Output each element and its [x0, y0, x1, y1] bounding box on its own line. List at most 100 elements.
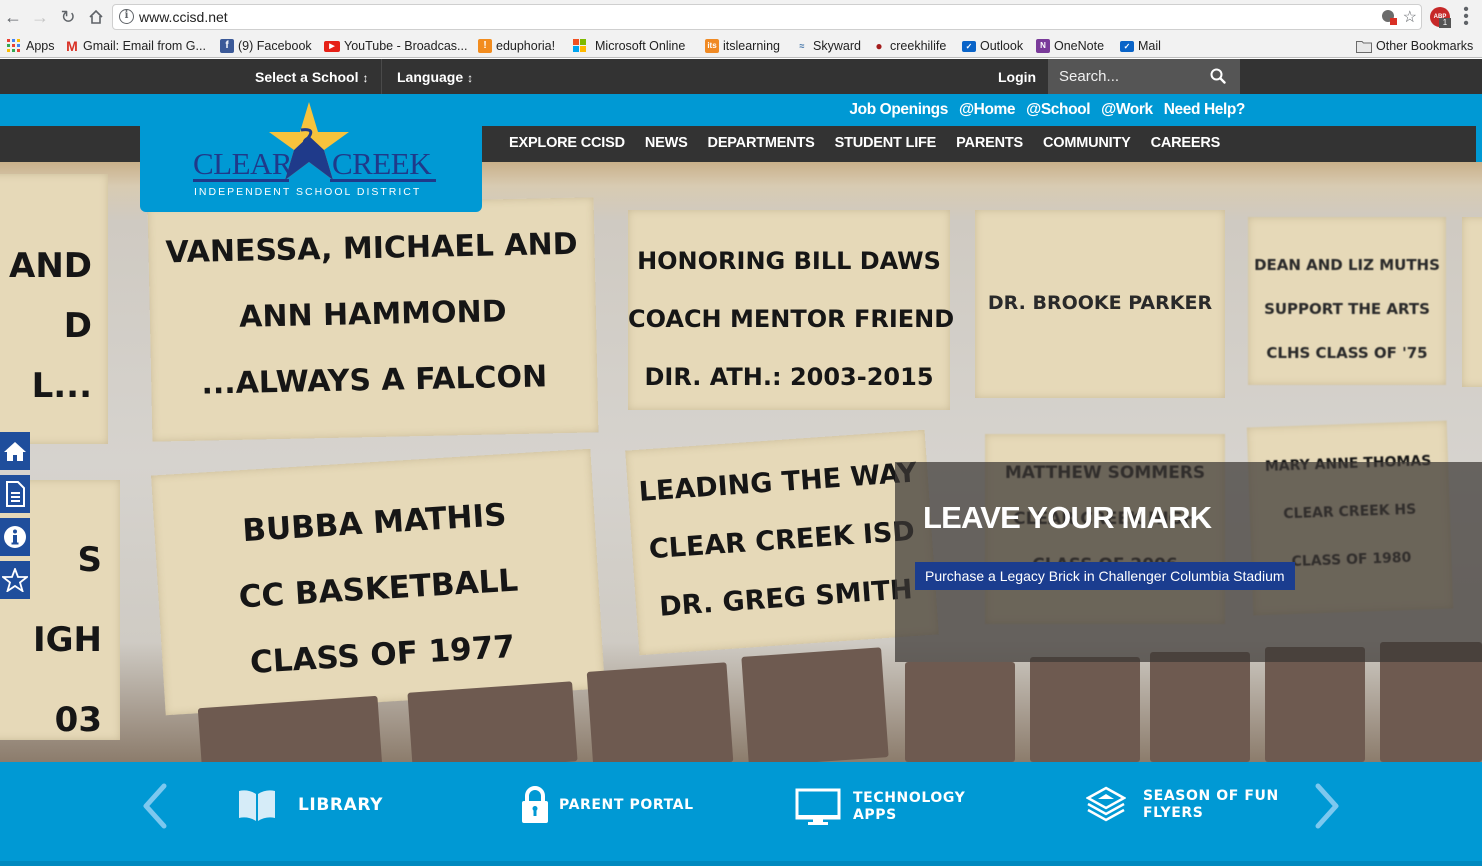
- strip-bottom-edge: [0, 861, 1482, 866]
- bookmark-skyward[interactable]: ≈ Skyward: [795, 38, 861, 54]
- layers-icon: [1086, 786, 1126, 822]
- bookmark-youtube[interactable]: ▶ YouTube - Broadcas...: [324, 38, 467, 54]
- legacy-brick: DEAN AND LIZ MUTHS SUPPORT THE ARTS CLHS…: [1248, 217, 1446, 385]
- brick-line: AND: [9, 246, 92, 286]
- legacy-brick: AND D L...: [0, 174, 108, 444]
- bookmark-facebook[interactable]: f (9) Facebook: [220, 38, 312, 54]
- district-logo[interactable]: CLEAR CREEK INDEPENDENT SCHOOL DISTRICT: [140, 102, 482, 212]
- paver: [741, 647, 889, 762]
- label-line: SEASON OF FUN: [1143, 788, 1279, 804]
- carousel-prev-arrow[interactable]: [140, 782, 170, 830]
- bookmark-label: Gmail: Email from G...: [83, 39, 206, 53]
- logo-word-clear: CLEAR: [193, 146, 293, 181]
- brick-line: SUPPORT THE ARTS: [1264, 300, 1430, 318]
- quicklink-label: LIBRARY: [298, 794, 384, 815]
- address-bar[interactable]: i www.ccisd.net ☆: [112, 4, 1422, 30]
- need-help-link[interactable]: Need Help?: [1164, 101, 1246, 119]
- lock-icon: [522, 786, 548, 823]
- bookmark-label: creekhilife: [890, 39, 947, 53]
- skyward-icon: ≈: [799, 41, 805, 51]
- paver: [407, 681, 578, 762]
- translate-blocked-icon[interactable]: [1381, 9, 1397, 25]
- bookmark-label: Microsoft Online: [595, 39, 686, 53]
- bookmark-mail[interactable]: ✓ Mail: [1120, 38, 1161, 54]
- nav-departments[interactable]: DEPARTMENTS: [708, 135, 815, 151]
- quicklink-technology-apps[interactable]: TECHNOLOGY APPS: [795, 788, 965, 826]
- url-text: www.ccisd.net: [139, 9, 228, 25]
- bookmark-star-icon[interactable]: ☆: [1403, 7, 1417, 27]
- brick-line: L...: [31, 366, 92, 406]
- bookmark-gmail[interactable]: M Gmail: Email from G...: [65, 38, 206, 54]
- quicklink-season-of-fun-flyers[interactable]: SEASON OF FUN FLYERS: [1086, 786, 1279, 824]
- back-button[interactable]: ←: [2, 6, 24, 28]
- site-search: [1048, 59, 1240, 94]
- search-input[interactable]: [1048, 59, 1208, 94]
- brick-line: VANESSA, MICHAEL AND: [165, 226, 578, 271]
- brick-line: DIR. ATH.: 2003-2015: [644, 363, 934, 391]
- apps-grid-icon: [7, 39, 20, 52]
- bookmark-eduphoria[interactable]: ! eduphoria!: [478, 38, 555, 54]
- bookmark-label: itslearning: [723, 39, 780, 53]
- quicklink-library[interactable]: LIBRARY: [238, 788, 383, 822]
- select-school-dropdown[interactable]: Select a School ↕: [255, 69, 368, 85]
- legacy-brick: BUBBA MATHIS CC BASKETBALL CLASS OF 1977: [151, 448, 605, 716]
- bookmark-other-bookmarks[interactable]: Other Bookmarks: [1356, 38, 1473, 54]
- bookmark-itslearning[interactable]: its itslearning: [705, 38, 780, 54]
- document-shortcut-button[interactable]: [0, 475, 30, 513]
- at-school-link[interactable]: @School: [1026, 101, 1090, 119]
- legacy-brick: [1462, 217, 1482, 387]
- brick-line: CLHS CLASS OF '75: [1266, 344, 1428, 362]
- gmail-icon: M: [66, 38, 78, 54]
- site-info-icon[interactable]: i: [119, 9, 134, 24]
- nav-news[interactable]: NEWS: [645, 135, 688, 151]
- quicklinks-bar: Job Openings @Home @School @Work Need He…: [0, 94, 1482, 126]
- document-icon: [6, 481, 25, 507]
- quicklink-label: TECHNOLOGY APPS: [853, 790, 965, 824]
- logo-subtitle: INDEPENDENT SCHOOL DISTRICT: [194, 186, 422, 198]
- book-icon: [239, 790, 275, 821]
- logo-rule: [330, 179, 436, 182]
- nav-student-life[interactable]: STUDENT LIFE: [835, 135, 937, 151]
- brick-line: 03: [54, 700, 102, 740]
- legacy-brick-cta-button[interactable]: Purchase a Legacy Brick in Challenger Co…: [915, 562, 1295, 590]
- nav-explore-ccisd[interactable]: EXPLORE CCISD: [509, 135, 625, 151]
- mail-icon: ✓: [1120, 40, 1134, 52]
- brick-line: IGH: [32, 620, 102, 660]
- reload-button[interactable]: ↻: [57, 6, 79, 28]
- forward-button[interactable]: →: [29, 6, 51, 28]
- star-icon: [2, 568, 28, 592]
- search-icon[interactable]: [1210, 68, 1226, 84]
- mail-icon: ✓: [962, 40, 976, 52]
- nav-community[interactable]: COMMUNITY: [1043, 135, 1131, 151]
- brick-line: COACH MENTOR FRIEND: [628, 305, 955, 333]
- language-dropdown[interactable]: Language ↕: [397, 69, 473, 85]
- nav-careers[interactable]: CAREERS: [1151, 135, 1221, 151]
- browser-menu-icon[interactable]: • • •: [1460, 2, 1472, 32]
- folder-icon: [1356, 40, 1372, 53]
- info-shortcut-button[interactable]: [0, 518, 30, 556]
- home-icon: [4, 442, 26, 461]
- bookmark-label: Other Bookmarks: [1376, 39, 1474, 53]
- job-openings-link[interactable]: Job Openings: [849, 101, 948, 119]
- at-work-link[interactable]: @Work: [1101, 101, 1153, 119]
- microsoft-icon: [573, 39, 586, 52]
- bookmark-onenote[interactable]: N OneNote: [1036, 38, 1104, 54]
- bookmark-apps[interactable]: Apps: [7, 38, 55, 54]
- bookmark-creekhilife[interactable]: ● creekhilife: [872, 38, 946, 54]
- carousel-next-arrow[interactable]: [1312, 782, 1342, 830]
- at-home-link[interactable]: @Home: [959, 101, 1016, 119]
- sort-arrows-icon: ↕: [362, 71, 369, 85]
- nav-parents[interactable]: PARENTS: [956, 135, 1023, 151]
- home-shortcut-button[interactable]: [0, 432, 30, 470]
- legacy-brick: HONORING BILL DAWS COACH MENTOR FRIEND D…: [628, 210, 955, 410]
- bookmark-outlook[interactable]: ✓ Outlook: [962, 38, 1023, 54]
- legacy-brick: LEADING THE WAY CLEAR CREEK ISD DR. GREG…: [625, 429, 939, 656]
- logo-word-creek: CREEK: [332, 146, 432, 181]
- bookmarks-bar: Apps M Gmail: Email from G... f (9) Face…: [0, 34, 1482, 58]
- favorites-shortcut-button[interactable]: [0, 561, 30, 599]
- bookmark-label: (9) Facebook: [238, 39, 312, 53]
- bookmark-microsoft-online[interactable]: Microsoft Online: [573, 38, 685, 54]
- home-button[interactable]: [85, 6, 107, 28]
- login-link[interactable]: Login: [998, 69, 1036, 85]
- quicklink-parent-portal[interactable]: PARENT PORTAL: [521, 786, 694, 824]
